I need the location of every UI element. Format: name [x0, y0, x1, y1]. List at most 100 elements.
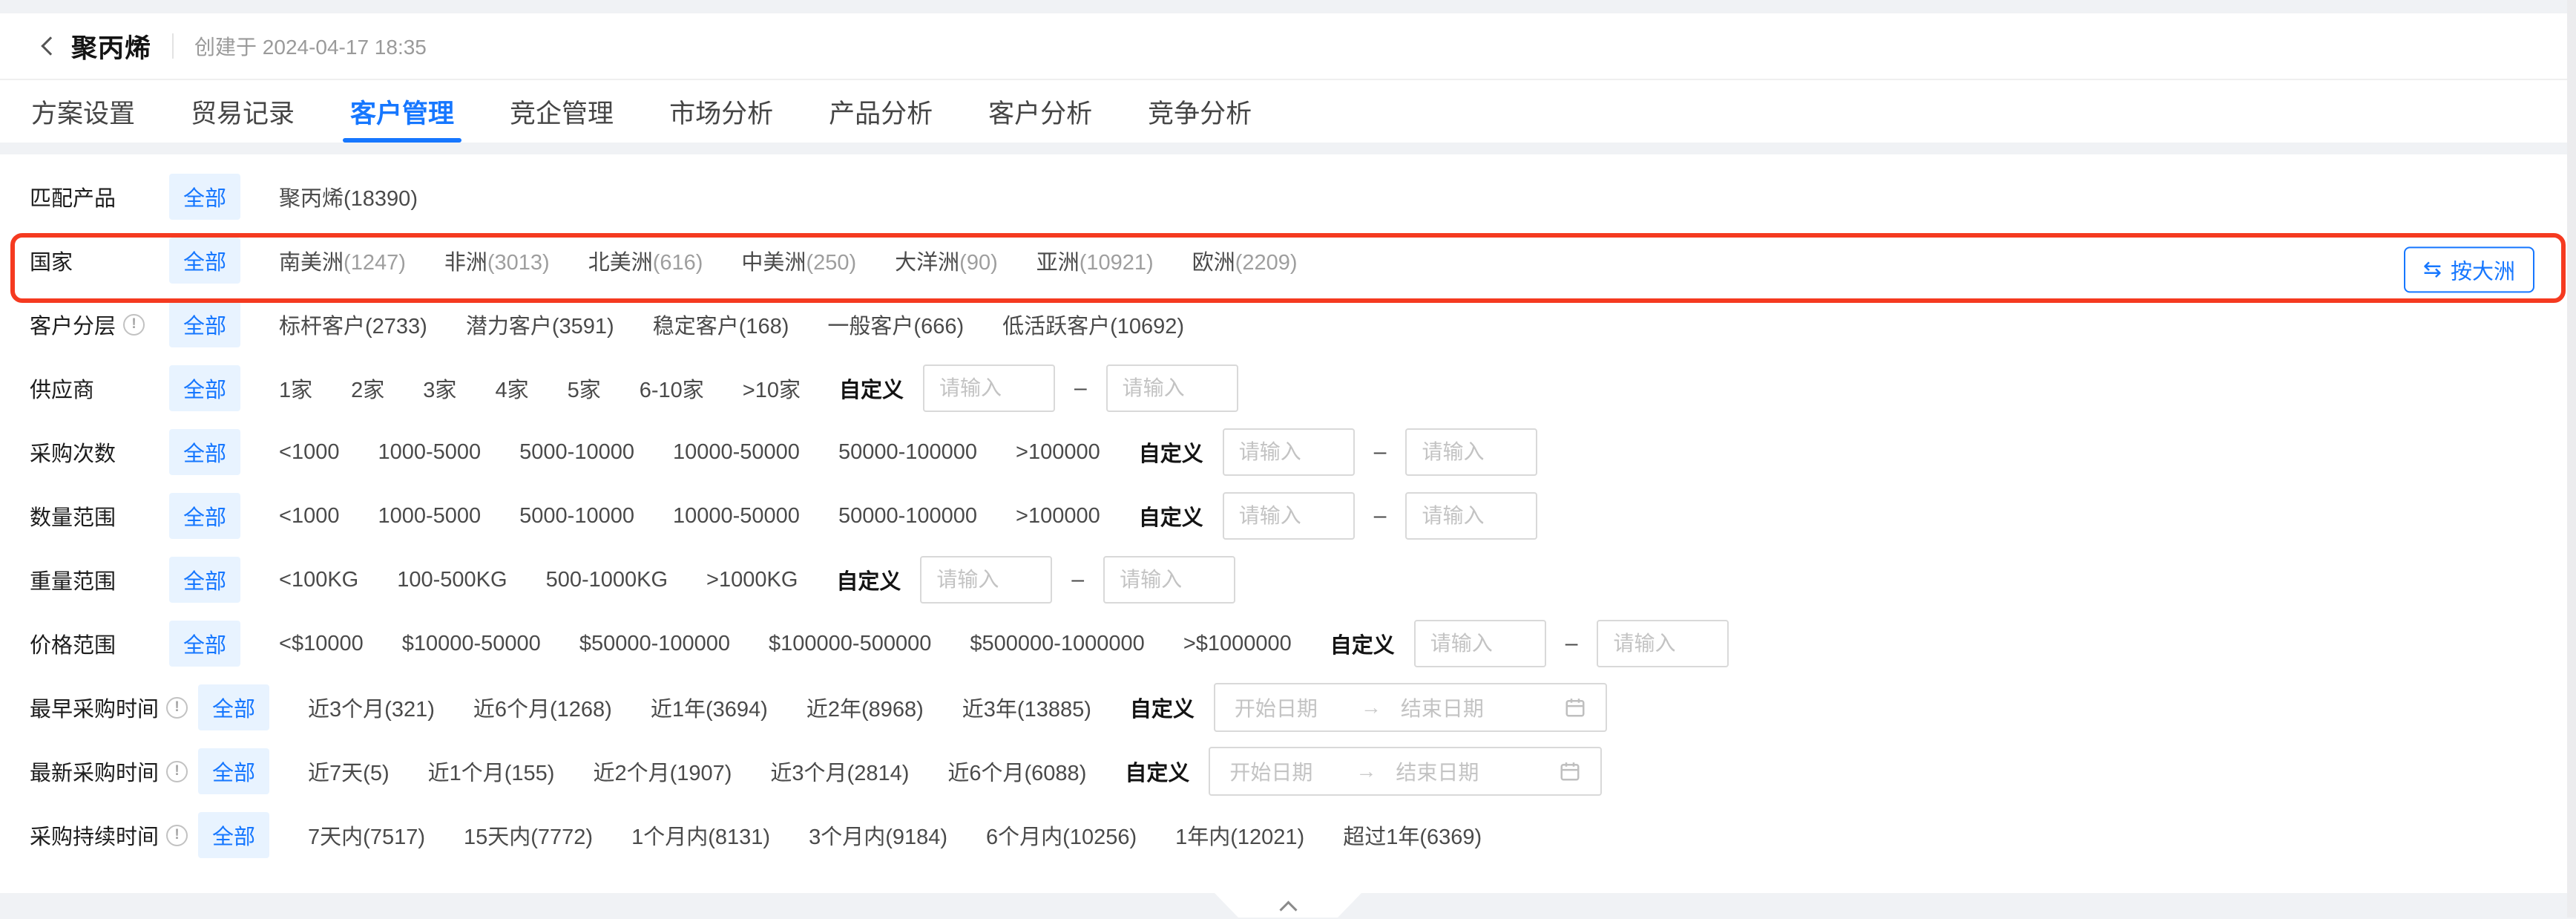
range-min-input[interactable]: [1223, 428, 1355, 476]
filter-option[interactable]: 6个月内(10256): [986, 820, 1137, 851]
filter-option[interactable]: 亚洲(10921): [1036, 245, 1154, 276]
option-all[interactable]: 全部: [169, 429, 240, 475]
filter-option[interactable]: 稳定客户(168): [653, 309, 789, 340]
filter-option[interactable]: 5000-10000: [519, 440, 634, 465]
filter-option[interactable]: 标杆客户(2733): [279, 309, 427, 340]
filter-option[interactable]: 近2年(8968): [806, 692, 924, 723]
range-max-input[interactable]: [1106, 364, 1238, 412]
filter-option[interactable]: 500-1000KG: [546, 568, 668, 592]
option-all[interactable]: 全部: [169, 493, 240, 539]
filter-option[interactable]: <100KG: [279, 568, 358, 592]
option-all[interactable]: 全部: [169, 174, 240, 220]
tab-贸易记录[interactable]: 贸易记录: [183, 80, 302, 143]
filter-option[interactable]: 10000-50000: [673, 440, 800, 465]
filter-option[interactable]: 非洲(3013): [444, 245, 550, 276]
filter-option[interactable]: 近6个月(1268): [473, 692, 612, 723]
range-min-input[interactable]: [1414, 620, 1546, 667]
info-icon[interactable]: !: [166, 825, 188, 846]
filter-option[interactable]: >10家: [743, 373, 801, 404]
tab-竞企管理[interactable]: 竞企管理: [502, 80, 621, 143]
option-all[interactable]: 全部: [198, 748, 269, 794]
group-by-continent-button[interactable]: ⇆按大洲: [2404, 246, 2534, 292]
filter-option[interactable]: 1个月内(8131): [631, 820, 770, 851]
info-icon[interactable]: !: [123, 314, 145, 336]
filter-option[interactable]: $500000-1000000: [970, 632, 1144, 656]
custom-option[interactable]: 自定义: [836, 564, 901, 595]
filter-option[interactable]: 100-500KG: [397, 568, 507, 592]
range-min-input[interactable]: [1223, 492, 1355, 540]
filter-option[interactable]: 7天内(7517): [308, 820, 425, 851]
filter-option[interactable]: 5000-10000: [519, 504, 634, 529]
filter-option[interactable]: $100000-500000: [769, 632, 931, 656]
filter-option[interactable]: >$1000000: [1183, 632, 1292, 656]
custom-option[interactable]: 自定义: [1130, 692, 1195, 723]
filter-option[interactable]: <$10000: [279, 632, 364, 656]
filter-option[interactable]: 近7天(5): [308, 756, 390, 787]
filter-option[interactable]: 1家: [279, 373, 312, 404]
filter-option[interactable]: $10000-50000: [402, 632, 541, 656]
range-max-input[interactable]: [1103, 556, 1235, 604]
info-icon[interactable]: !: [166, 761, 188, 782]
filter-option[interactable]: 10000-50000: [673, 504, 800, 529]
filter-option[interactable]: 超过1年(6369): [1343, 820, 1482, 851]
option-all[interactable]: 全部: [169, 557, 240, 603]
filter-option[interactable]: 近3个月(2814): [770, 756, 909, 787]
filter-option[interactable]: $50000-100000: [579, 632, 730, 656]
range-max-input[interactable]: [1405, 492, 1537, 540]
tab-竞争分析[interactable]: 竞争分析: [1140, 80, 1259, 143]
filter-option[interactable]: 2家: [351, 373, 384, 404]
scrollbar-track[interactable]: [2567, 0, 2576, 918]
tab-方案设置[interactable]: 方案设置: [24, 80, 142, 143]
filter-option[interactable]: 欧洲(2209): [1192, 245, 1298, 276]
tab-客户管理[interactable]: 客户管理: [343, 80, 461, 143]
filter-option[interactable]: 近3年(13885): [962, 692, 1091, 723]
filter-option[interactable]: 近2个月(1907): [593, 756, 732, 787]
option-all[interactable]: 全部: [198, 684, 269, 730]
info-icon[interactable]: !: [166, 697, 188, 719]
filter-option[interactable]: 南美洲(1247): [279, 245, 406, 276]
filter-option[interactable]: 6-10家: [640, 373, 704, 404]
tab-客户分析[interactable]: 客户分析: [981, 80, 1100, 143]
back-button[interactable]: [33, 31, 62, 61]
range-max-input[interactable]: [1405, 428, 1537, 476]
range-min-input[interactable]: [923, 364, 1055, 412]
option-all[interactable]: 全部: [169, 238, 240, 284]
filter-option[interactable]: 低活跃客户(10692): [1002, 309, 1184, 340]
custom-option[interactable]: 自定义: [1330, 628, 1395, 659]
option-all[interactable]: 全部: [169, 621, 240, 667]
filter-option[interactable]: 1000-5000: [378, 504, 481, 529]
tab-市场分析[interactable]: 市场分析: [662, 80, 781, 143]
filter-option[interactable]: 近1个月(155): [428, 756, 555, 787]
date-range-picker[interactable]: 开始日期→结束日期: [1209, 747, 1602, 796]
filter-option[interactable]: <1000: [279, 504, 339, 529]
filter-option[interactable]: >100000: [1016, 504, 1100, 529]
filter-option[interactable]: 50000-100000: [838, 440, 977, 465]
filter-option[interactable]: 3个月内(9184): [809, 820, 947, 851]
filter-option[interactable]: 近6个月(6088): [947, 756, 1086, 787]
filter-option[interactable]: 1年内(12021): [1175, 820, 1304, 851]
filter-option[interactable]: 15天内(7772): [464, 820, 593, 851]
filter-option[interactable]: 近1年(3694): [651, 692, 768, 723]
option-all[interactable]: 全部: [169, 301, 240, 347]
filter-option[interactable]: 3家: [423, 373, 456, 404]
range-min-input[interactable]: [920, 556, 1052, 604]
filter-option[interactable]: 潜力客户(3591): [466, 309, 614, 340]
filter-option[interactable]: 一般客户(666): [827, 309, 964, 340]
filter-option[interactable]: >100000: [1016, 440, 1100, 465]
filter-option[interactable]: 大洋洲(90): [895, 245, 998, 276]
option-all[interactable]: 全部: [198, 812, 269, 858]
filter-option[interactable]: 聚丙烯(18390): [279, 181, 418, 212]
filter-option[interactable]: <1000: [279, 440, 339, 465]
custom-option[interactable]: 自定义: [839, 373, 904, 404]
collapse-panel-button[interactable]: [1215, 893, 1361, 918]
filter-option[interactable]: 50000-100000: [838, 504, 977, 529]
filter-option[interactable]: 1000-5000: [378, 440, 481, 465]
tab-产品分析[interactable]: 产品分析: [821, 80, 940, 143]
filter-option[interactable]: >1000KG: [706, 568, 798, 592]
custom-option[interactable]: 自定义: [1139, 436, 1203, 468]
filter-option[interactable]: 中美洲(250): [741, 245, 856, 276]
custom-option[interactable]: 自定义: [1139, 500, 1203, 532]
filter-option[interactable]: 4家: [495, 373, 528, 404]
filter-option[interactable]: 北美洲(616): [588, 245, 703, 276]
option-all[interactable]: 全部: [169, 365, 240, 411]
